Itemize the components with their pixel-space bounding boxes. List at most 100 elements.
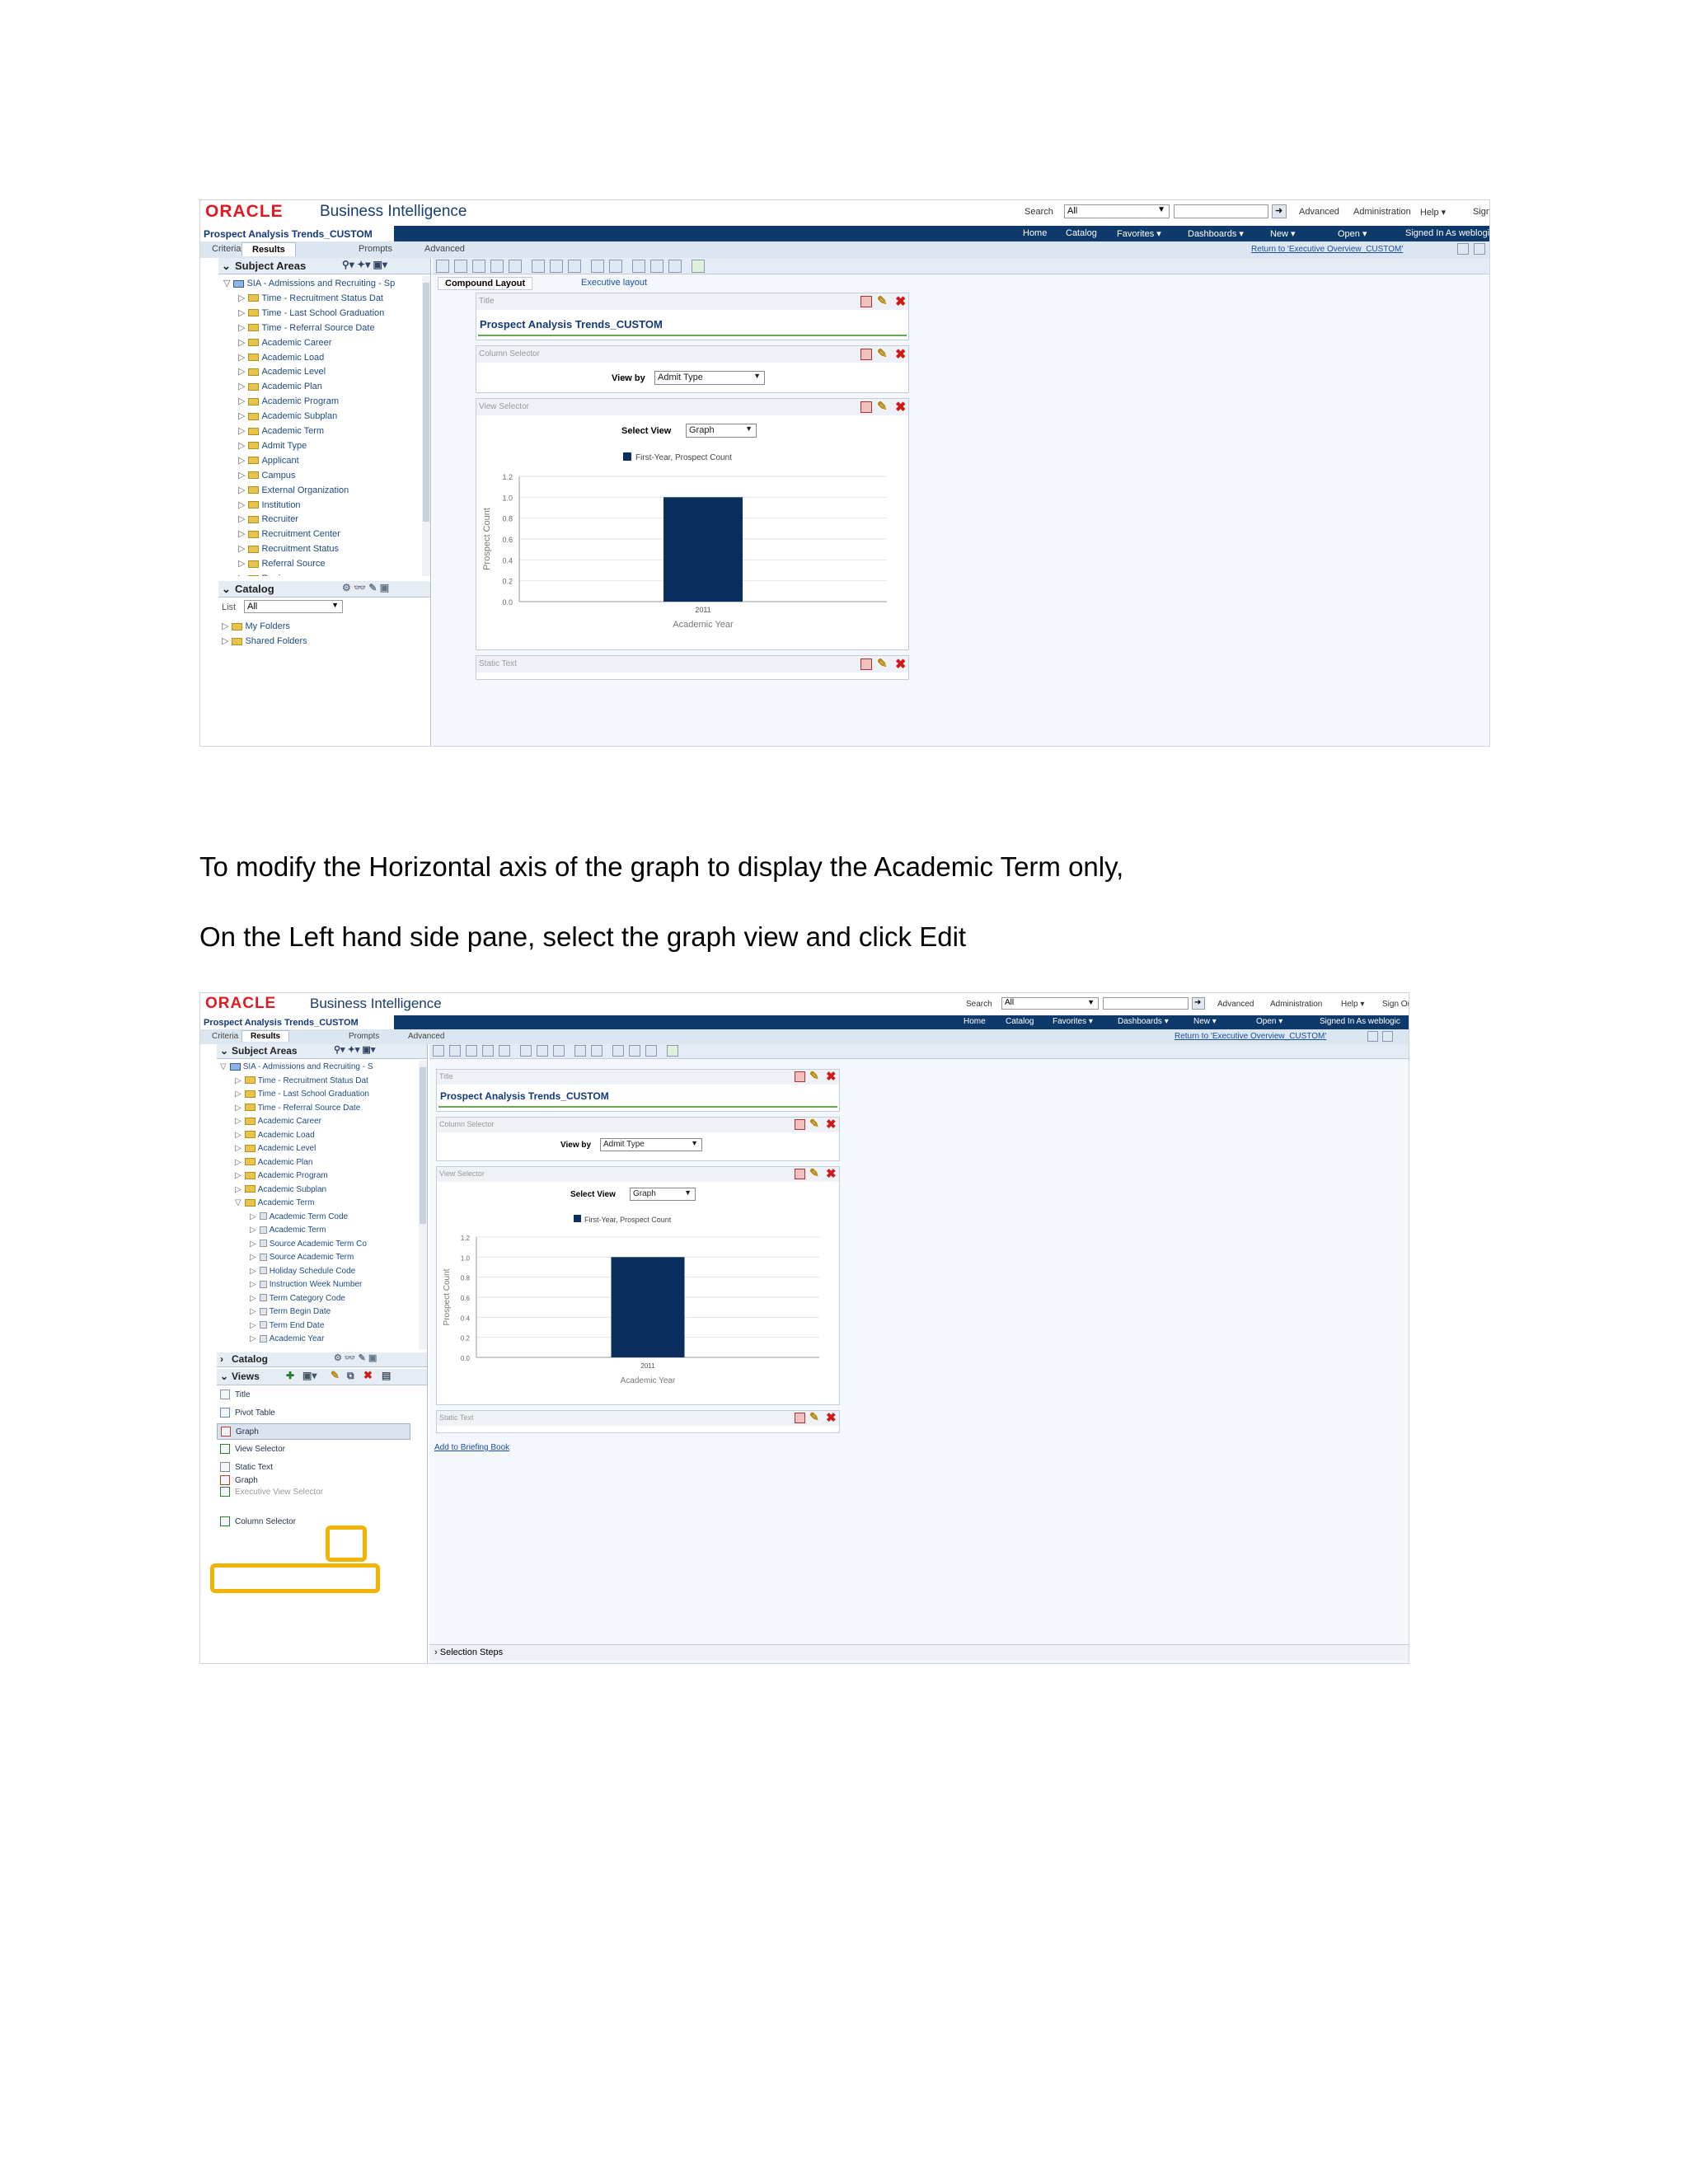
search-go-icon[interactable]: ➜: [1272, 204, 1287, 218]
menu-catalog[interactable]: Catalog: [1066, 228, 1097, 238]
add-view-icon[interactable]: ✚: [286, 1370, 294, 1381]
return-link[interactable]: Return to 'Executive Overview_CUSTOM': [1175, 1032, 1326, 1041]
advanced-link[interactable]: Advanced: [1217, 1000, 1254, 1009]
remove-from-layout-icon[interactable]: [795, 1119, 805, 1130]
preview-icon[interactable]: [482, 1045, 494, 1057]
edit-view-icon[interactable]: ✎: [809, 1069, 819, 1083]
tab-advanced[interactable]: Advanced: [424, 244, 465, 254]
tree-node[interactable]: ▷ Academic Program: [235, 1171, 328, 1180]
subject-area-tools-icon[interactable]: ⚲▾ ✦▾ ▣▾: [342, 259, 387, 270]
tree-node[interactable]: ▷ Academic Subplan: [238, 410, 337, 421]
view-item[interactable]: View Selector: [217, 1441, 410, 1458]
properties-icon[interactable]: [553, 1045, 565, 1057]
tree-node[interactable]: ▷ Holiday Schedule Code: [250, 1267, 355, 1276]
tab-advanced[interactable]: Advanced: [408, 1032, 444, 1041]
save-as-icon[interactable]: [1382, 1031, 1393, 1042]
tree-node[interactable]: ▷ Recruitment Center: [238, 528, 340, 539]
filter-icon[interactable]: [537, 1045, 548, 1057]
tree-node[interactable]: ▷ Academic Term: [238, 425, 324, 436]
layout-icon[interactable]: [591, 260, 604, 273]
print-icon[interactable]: [433, 1045, 444, 1057]
menu-home[interactable]: Home: [964, 1017, 986, 1026]
tree-node[interactable]: ▽ Academic Term: [235, 1198, 314, 1207]
properties-icon[interactable]: [568, 260, 581, 273]
search-input[interactable]: [1103, 997, 1189, 1010]
delete-view-icon[interactable]: ✖: [363, 1369, 373, 1382]
print-options-icon[interactable]: [609, 260, 622, 273]
view-item[interactable]: Title: [217, 1387, 410, 1404]
administration-link[interactable]: Administration: [1270, 1000, 1322, 1009]
subject-area-tools-icon[interactable]: ⚲▾ ✦▾ ▣▾: [334, 1044, 375, 1055]
remove-from-layout-icon[interactable]: [795, 1071, 805, 1082]
remove-from-layout-icon[interactable]: [860, 296, 872, 307]
menu-open[interactable]: Open ▾: [1256, 1017, 1282, 1026]
tree-node[interactable]: ▷ Term Begin Date: [250, 1307, 331, 1316]
tree-node[interactable]: ▷ Campus: [238, 470, 295, 480]
tree-node[interactable]: ▷ Recruiter: [238, 513, 298, 524]
compound-icon[interactable]: [632, 260, 645, 273]
selection-steps-bar[interactable]: › Selection Steps: [429, 1644, 1409, 1661]
select-view-select[interactable]: Graph ▼: [630, 1188, 696, 1201]
help-menu[interactable]: Help ▾: [1420, 207, 1446, 218]
remove-from-layout-icon[interactable]: [795, 1413, 805, 1423]
tree-node[interactable]: ▷ Academic Load: [238, 352, 324, 363]
tree-node[interactable]: ▷ Academic Level: [235, 1144, 316, 1153]
tree-scrollbar[interactable]: [422, 276, 430, 576]
tree-node[interactable]: ▷ Academic Term Code: [250, 1212, 348, 1221]
refresh-icon[interactable]: [509, 260, 522, 273]
save-as-icon[interactable]: [1474, 243, 1485, 255]
view-item[interactable]: Pivot Table: [217, 1405, 410, 1422]
remove-from-layout-icon[interactable]: [860, 349, 872, 360]
delete-view-icon[interactable]: ✖: [826, 1166, 837, 1181]
format-icon[interactable]: [472, 260, 485, 273]
tab-results[interactable]: Results: [241, 242, 296, 256]
delete-view-icon[interactable]: ✖: [826, 1117, 837, 1132]
tree-node[interactable]: ▷ Admit Type: [238, 440, 307, 451]
delete-view-icon[interactable]: ✖: [895, 656, 906, 673]
tree-node[interactable]: ▷ Source Academic Term Co: [250, 1240, 367, 1249]
tree-node[interactable]: ▷Region: [238, 573, 290, 576]
tree-node[interactable]: ▷ Instruction Week Number: [250, 1280, 362, 1289]
tree-node[interactable]: ▷ Academic Career: [238, 337, 331, 348]
layout-icon[interactable]: [574, 1045, 586, 1057]
help-menu[interactable]: Help ▾: [1341, 1000, 1364, 1009]
tree-node[interactable]: ▷ Academic Year: [250, 1334, 324, 1343]
menu-open[interactable]: Open ▾: [1338, 228, 1367, 239]
select-view-select[interactable]: Graph ▼: [686, 424, 757, 438]
tree-node[interactable]: ▷ Time - Recruitment Status Dat: [238, 293, 383, 303]
tab-executive-layout[interactable]: Executive layout: [581, 278, 647, 288]
edit-view-icon[interactable]: ✎: [877, 293, 888, 308]
menu-favorites[interactable]: Favorites ▾: [1053, 1017, 1093, 1026]
delete-view-icon[interactable]: ✖: [895, 399, 906, 415]
tree-node[interactable]: ▷ Time - Referral Source Date: [235, 1104, 360, 1113]
tree-node[interactable]: ▷ Academic Subplan: [235, 1185, 326, 1194]
tree-node[interactable]: ▷ Academic Career: [235, 1117, 321, 1126]
tab-criteria[interactable]: Criteria: [212, 1032, 238, 1041]
sign-out-link[interactable]: Sign Out: [1382, 1000, 1409, 1009]
delete-view-icon[interactable]: ✖: [826, 1410, 837, 1425]
tree-node[interactable]: ▷ Term Category Code: [250, 1294, 345, 1303]
refresh-icon[interactable]: [499, 1045, 510, 1057]
compound-icon[interactable]: [612, 1045, 624, 1057]
edit-view-icon[interactable]: ✎: [877, 656, 888, 671]
save-icon[interactable]: [1457, 243, 1469, 255]
catalog-list-select[interactable]: All ▼: [244, 600, 343, 613]
advanced-link[interactable]: Advanced: [1299, 207, 1339, 217]
menu-catalog[interactable]: Catalog: [1006, 1017, 1034, 1026]
tab-compound-layout[interactable]: Compound Layout: [438, 277, 533, 290]
tree-node[interactable]: ▽ SIA - Admissions and Recruiting - S: [220, 1062, 373, 1071]
tree-node[interactable]: ▷ Recruitment Status: [238, 543, 339, 554]
tab-results[interactable]: Results: [241, 1030, 290, 1042]
format-icon[interactable]: [466, 1045, 477, 1057]
menu-dashboards[interactable]: Dashboards ▾: [1188, 228, 1244, 239]
print-icon[interactable]: [436, 260, 449, 273]
view-item-graph-selected[interactable]: Graph: [217, 1423, 410, 1440]
tree-node[interactable]: ▷ Time - Referral Source Date: [238, 322, 375, 333]
export-icon[interactable]: [454, 260, 467, 273]
tree-node[interactable]: ▷ Term End Date: [250, 1321, 324, 1330]
delete-layout-icon[interactable]: [650, 260, 663, 273]
export-icon[interactable]: [449, 1045, 461, 1057]
edit-view-icon[interactable]: ✎: [331, 1369, 340, 1382]
tree-node[interactable]: ▷ Academic Load: [235, 1131, 315, 1140]
tree-node[interactable]: ▷ Time - Last School Graduation: [235, 1090, 369, 1099]
